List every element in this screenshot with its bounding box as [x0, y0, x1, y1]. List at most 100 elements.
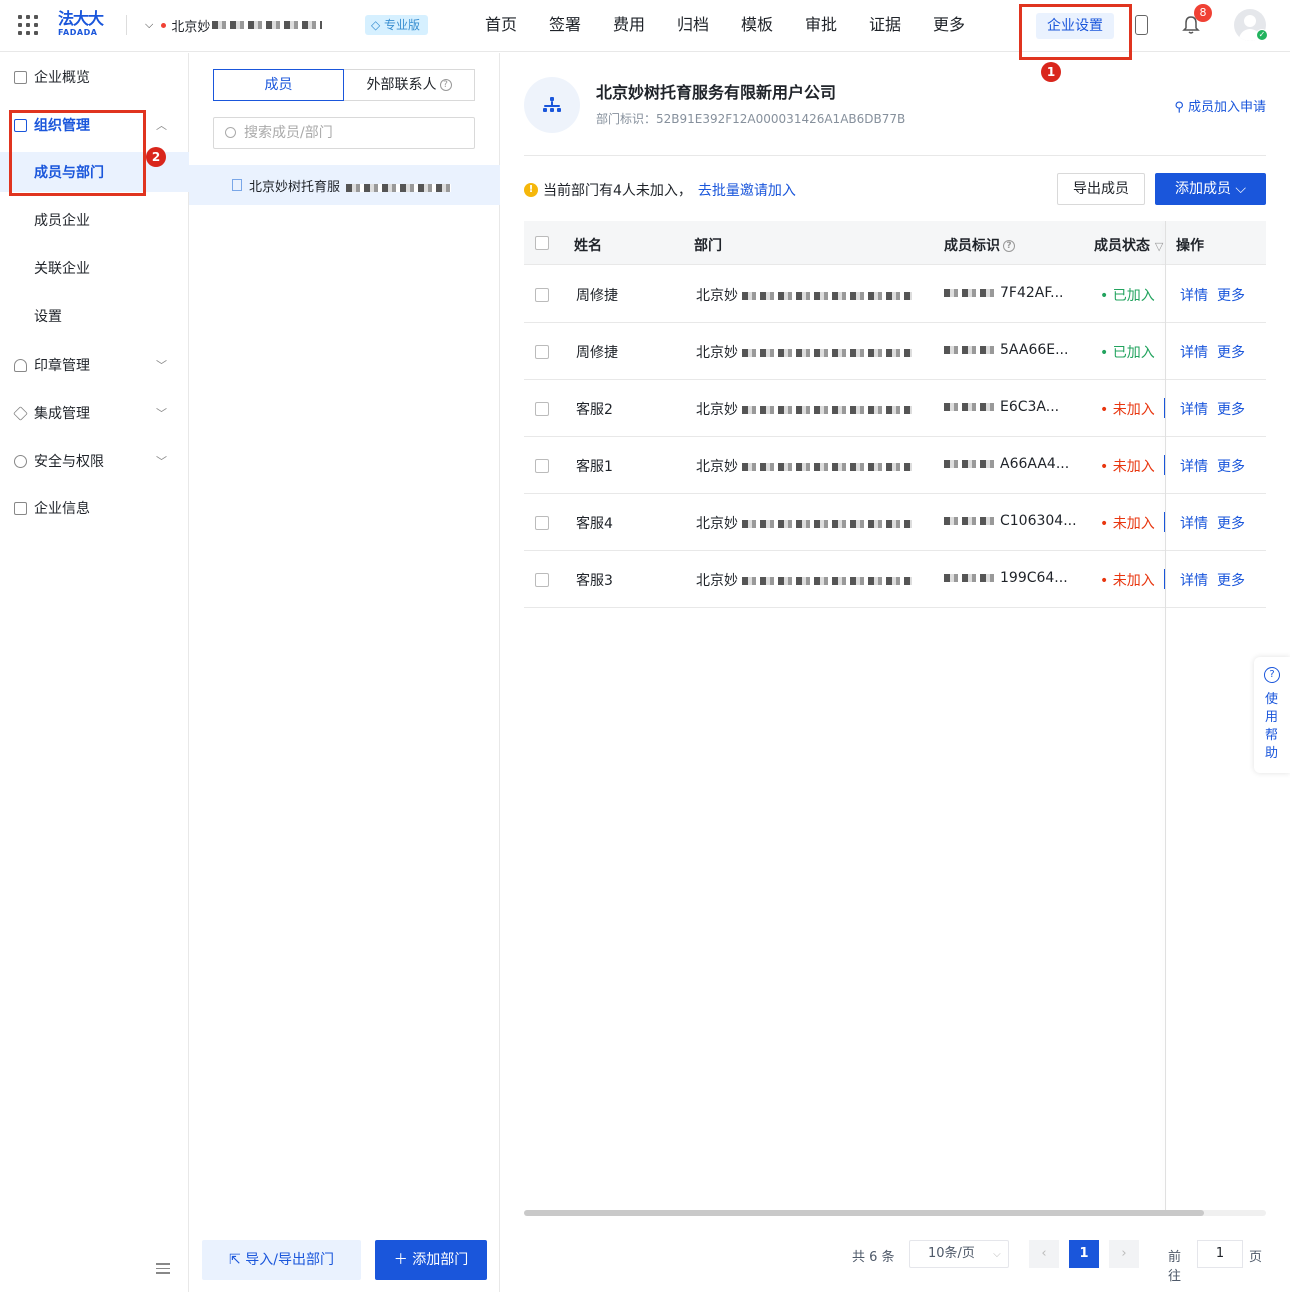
- member-name: 客服2: [576, 402, 613, 418]
- nav-sign[interactable]: 签署: [549, 14, 613, 36]
- member-dept: 北京妙: [696, 399, 912, 419]
- tab-external-label: 外部联系人: [366, 77, 437, 93]
- nav-templates[interactable]: 模板: [741, 14, 805, 36]
- member-name: 周修捷: [576, 345, 618, 361]
- tab-external-contacts[interactable]: 外部联系人?: [344, 69, 475, 101]
- current-page[interactable]: 1: [1069, 1240, 1099, 1268]
- sidebar-item-member-companies[interactable]: 成员企业: [0, 200, 189, 240]
- table-row[interactable]: 客服4 北京妙 C106304... • 未加入 详情 更多: [524, 494, 1266, 551]
- sidebar-item-label: 设置: [34, 309, 62, 325]
- detail-link[interactable]: 详情: [1180, 285, 1208, 305]
- prev-page-button[interactable]: ‹: [1029, 1240, 1059, 1268]
- chevron-down-icon: ﹀: [156, 359, 167, 372]
- member-join-requests-link[interactable]: ⚲ 成员加入申请: [1174, 96, 1266, 115]
- sidebar-item-security[interactable]: 安全与权限 ﹀: [0, 441, 189, 481]
- nav-home[interactable]: 首页: [485, 14, 549, 36]
- add-department-button[interactable]: ＋ 添加部门: [375, 1240, 487, 1280]
- app-grid-icon[interactable]: [18, 15, 38, 35]
- divider: [126, 15, 127, 35]
- detail-link[interactable]: 详情: [1180, 456, 1208, 476]
- button-label: 添加部门: [412, 1252, 469, 1268]
- member-name: 周修捷: [576, 288, 618, 304]
- tab-members[interactable]: 成员: [213, 69, 344, 101]
- member-id: C106304...: [944, 513, 1077, 529]
- table-row[interactable]: 客服1 北京妙 A66AA4... • 未加入 详情 更多: [524, 437, 1266, 494]
- detail-link[interactable]: 详情: [1180, 342, 1208, 362]
- table-row[interactable]: 周修捷 北京妙 7F42AF... • 已加入 详情 更多: [524, 266, 1266, 323]
- goto-page-input[interactable]: 1: [1197, 1240, 1243, 1268]
- sidebar-item-label: 关联企业: [34, 261, 90, 277]
- more-link[interactable]: 更多: [1217, 399, 1245, 419]
- more-link[interactable]: 更多: [1217, 570, 1245, 590]
- filter-icon[interactable]: ▽: [1155, 240, 1163, 253]
- row-checkbox[interactable]: [535, 288, 549, 302]
- sidebar-item-related-companies[interactable]: 关联企业: [0, 248, 189, 288]
- row-checkbox[interactable]: [535, 345, 549, 359]
- row-checkbox[interactable]: [535, 402, 549, 416]
- member-id-text: E6C3A...: [1000, 399, 1060, 415]
- blurred-text: [944, 460, 994, 468]
- add-member-button[interactable]: 添加成员 ⌵: [1155, 173, 1266, 205]
- nav-evidence[interactable]: 证据: [869, 14, 933, 36]
- more-link[interactable]: 更多: [1217, 513, 1245, 533]
- goto-label: 前往: [1168, 1250, 1182, 1284]
- sidebar-item-settings[interactable]: 设置: [0, 296, 189, 336]
- dept-text: 北京妙: [696, 402, 738, 418]
- logo-text-en: FADADA: [58, 28, 98, 37]
- sidebar-item-overview[interactable]: 企业概览: [0, 57, 189, 97]
- button-label: 导入/导出部门: [245, 1252, 334, 1268]
- horizontal-scrollbar[interactable]: [524, 1210, 1266, 1216]
- sidebar-item-seal-management[interactable]: 印章管理 ﹀: [0, 345, 189, 385]
- sidebar-item-label: 集成管理: [34, 406, 90, 422]
- member-dept: 北京妙: [696, 342, 912, 362]
- row-checkbox[interactable]: [535, 516, 549, 530]
- more-link[interactable]: 更多: [1217, 456, 1245, 476]
- sidebar-item-label: 企业概览: [34, 70, 90, 86]
- sidebar-item-integration[interactable]: 集成管理 ﹀: [0, 393, 189, 433]
- nav-more[interactable]: 更多: [933, 14, 997, 36]
- mobile-icon[interactable]: [1135, 15, 1148, 35]
- sidebar-item-label: 成员企业: [34, 213, 90, 229]
- nav-fees[interactable]: 费用: [613, 14, 677, 36]
- blurred-text: [944, 574, 994, 582]
- select-all-checkbox[interactable]: [535, 236, 549, 250]
- next-page-button[interactable]: ›: [1109, 1240, 1139, 1268]
- table-row[interactable]: 客服3 北京妙 199C64... • 未加入 详情 更多: [524, 551, 1266, 608]
- member-id-text: 7F42AF...: [1000, 285, 1064, 301]
- link-label: 成员加入申请: [1187, 100, 1266, 115]
- fadada-logo[interactable]: 法大大 FADADA: [58, 10, 110, 40]
- detail-link[interactable]: 详情: [1180, 570, 1208, 590]
- import-export-dept-button[interactable]: ⇱ 导入/导出部门: [202, 1240, 361, 1280]
- member-type-tabs: 成员 外部联系人?: [213, 69, 475, 101]
- dept-tree-root[interactable]: 北京妙树托育服: [189, 165, 500, 205]
- plan-badge-label: 专业版: [384, 18, 421, 32]
- member-id-text: A66AA4...: [1000, 456, 1070, 472]
- detail-link[interactable]: 详情: [1180, 399, 1208, 419]
- row-checkbox[interactable]: [535, 459, 549, 473]
- nav-approval[interactable]: 审批: [805, 14, 869, 36]
- dept-text: 北京妙: [696, 459, 738, 475]
- detail-link[interactable]: 详情: [1180, 513, 1208, 533]
- help-float-button[interactable]: ? 使用帮助: [1254, 657, 1290, 773]
- chart-icon: [14, 70, 27, 84]
- annotation-marker-2: 2: [146, 147, 166, 167]
- chevron-up-icon: ︿: [156, 119, 167, 132]
- more-link[interactable]: 更多: [1217, 285, 1245, 305]
- sidebar-item-company-info[interactable]: 企业信息: [0, 488, 189, 528]
- chevron-down-icon: ﹀: [156, 455, 167, 468]
- col-member-id: 成员标识?: [944, 235, 1015, 255]
- table-row[interactable]: 周修捷 北京妙 5AA66E... • 已加入 详情 更多: [524, 323, 1266, 380]
- nav-archive[interactable]: 归档: [677, 14, 741, 36]
- member-id: A66AA4...: [944, 456, 1069, 472]
- row-checkbox[interactable]: [535, 573, 549, 587]
- collapse-sidebar-icon[interactable]: [156, 1263, 170, 1275]
- button-label: 添加成员: [1174, 181, 1231, 197]
- company-switcher[interactable]: ⌵ 北京妙: [145, 16, 323, 35]
- more-link[interactable]: 更多: [1217, 342, 1245, 362]
- scrollbar-thumb[interactable]: [524, 1210, 1204, 1216]
- page-size-select[interactable]: 10条/页 ⌵: [909, 1240, 1009, 1268]
- export-members-button[interactable]: 导出成员: [1057, 173, 1145, 205]
- search-input[interactable]: [244, 118, 464, 148]
- batch-invite-link[interactable]: 去批量邀请加入: [698, 180, 796, 200]
- table-row[interactable]: 客服2 北京妙 E6C3A... • 未加入 详情 更多: [524, 380, 1266, 437]
